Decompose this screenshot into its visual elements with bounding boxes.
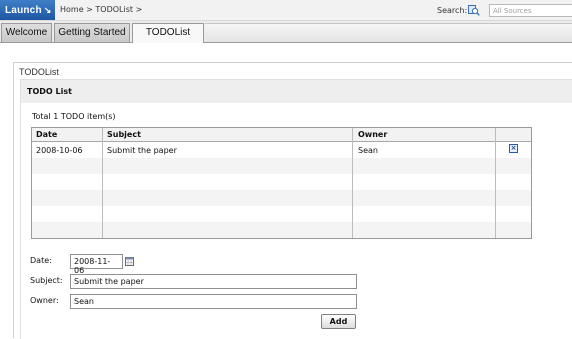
column-divider: [352, 128, 353, 238]
table-row-empty: [32, 222, 531, 238]
owner-label: Owner:: [30, 296, 59, 305]
launch-button[interactable]: Launch ↘: [0, 0, 55, 20]
delete-icon[interactable]: ×: [509, 144, 518, 153]
date-label: Date:: [30, 256, 52, 265]
tab-getting-started[interactable]: Getting Started: [54, 23, 130, 42]
column-header-owner[interactable]: Owner: [358, 130, 387, 139]
cell-owner: Sean: [358, 146, 378, 155]
section-header: TODO List: [21, 80, 572, 103]
date-field[interactable]: 2008-11-06: [70, 254, 123, 275]
subject-field[interactable]: Submit the paper: [70, 274, 357, 289]
table-row-empty: [32, 206, 531, 222]
column-divider: [102, 128, 103, 238]
search-input[interactable]: All Sources: [489, 4, 572, 17]
tab-welcome[interactable]: Welcome: [1, 23, 52, 42]
table-header: Date Subject Owner: [32, 128, 531, 142]
search-sources-icon[interactable]: [468, 5, 480, 16]
cell-date: 2008-10-06: [36, 146, 83, 155]
breadcrumb[interactable]: Home > TODOList >: [60, 5, 142, 14]
owner-field[interactable]: Sean: [70, 294, 357, 309]
tab-strip: Welcome Getting Started TODOList: [0, 21, 572, 43]
table-row-empty: [32, 158, 531, 174]
column-divider: [495, 128, 496, 238]
tab-strip-fill: [205, 23, 572, 42]
subject-value: Submit the paper: [74, 277, 144, 286]
table-row-empty: [32, 190, 531, 206]
subject-label: Subject:: [30, 276, 63, 285]
search-label: Search:: [437, 6, 468, 15]
column-header-subject[interactable]: Subject: [107, 130, 141, 139]
calendar-icon[interactable]: [125, 257, 134, 266]
owner-value: Sean: [74, 297, 94, 306]
section-title: TODO List: [27, 87, 72, 96]
top-bar: Launch ↘ Home > TODOList > Search: All So…: [0, 0, 572, 21]
search-placeholder: All Sources: [493, 7, 532, 15]
add-button[interactable]: Add: [321, 314, 356, 329]
cell-subject: Submit the paper: [107, 146, 177, 155]
todo-table: Date Subject Owner 2008-10-06 Submit the…: [31, 127, 532, 239]
total-count: Total 1 TODO item(s): [32, 112, 116, 121]
tab-todolist[interactable]: TODOList: [132, 23, 204, 43]
table-row-empty: [32, 174, 531, 190]
panel-title: TODOList: [19, 67, 59, 77]
launch-arrow-icon: ↘: [43, 5, 52, 15]
launch-label: Launch: [5, 5, 42, 16]
column-header-date[interactable]: Date: [36, 130, 57, 139]
